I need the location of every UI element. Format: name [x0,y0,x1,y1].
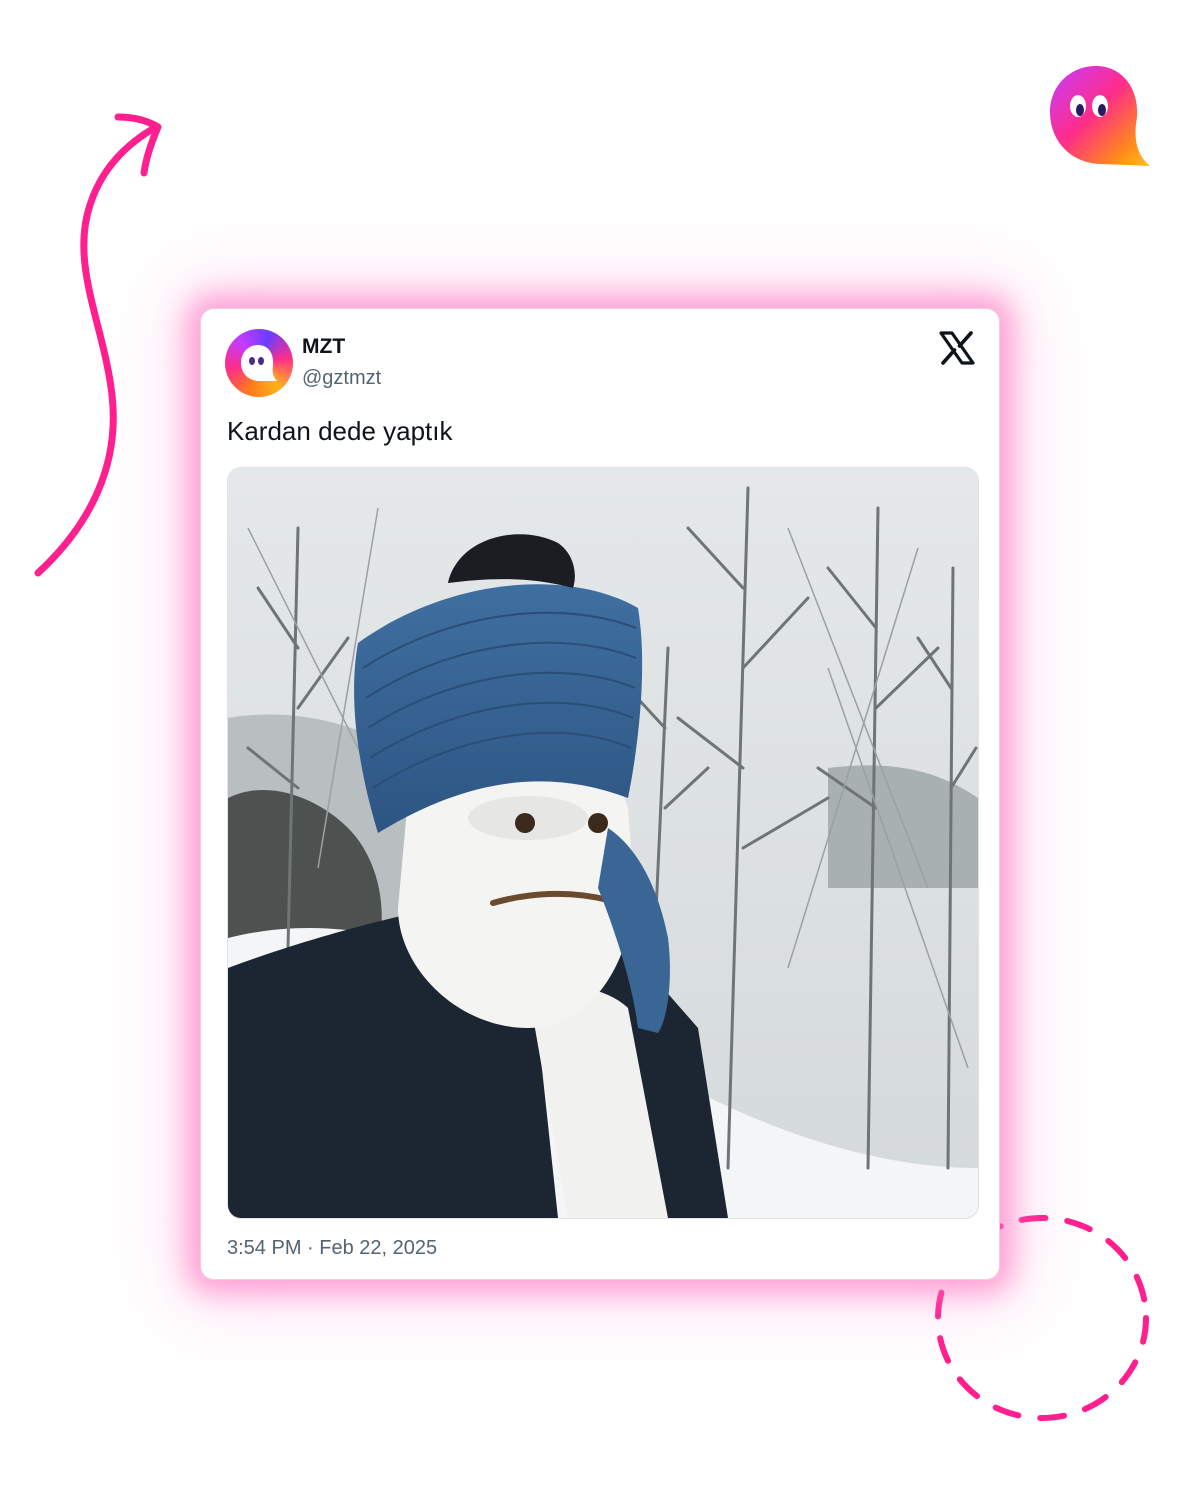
curved-arrow-icon [34,113,162,577]
tweet-card[interactable]: MZT @gztmzt Kardan dede yaptık 3:54 PM ·… [200,308,1000,1280]
x-logo-icon[interactable] [939,331,975,365]
display-name[interactable]: MZT [302,335,345,359]
user-handle[interactable]: @gztmzt [302,367,381,390]
snowman-photo [228,468,978,1218]
ghost-logo-icon [1050,66,1150,166]
ghost-avatar-icon [241,345,277,381]
tweet-media-image[interactable] [227,467,979,1219]
tweet-timestamp[interactable]: 3:54 PM · Feb 22, 2025 [227,1237,437,1260]
avatar[interactable] [225,329,293,397]
tweet-text: Kardan dede yaptık [227,416,453,446]
